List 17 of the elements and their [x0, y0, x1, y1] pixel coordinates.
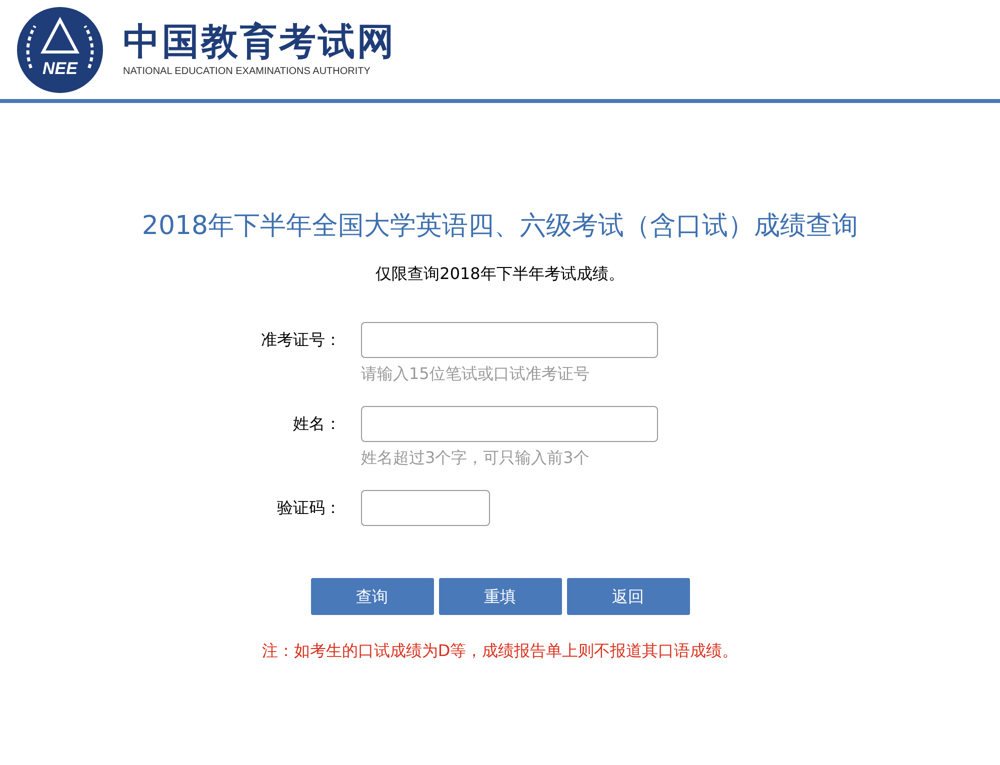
site-name: 中国教育考试网: [123, 20, 396, 64]
action-button[interactable]: 重填: [438, 578, 562, 615]
emblem-logo: NEE: [15, 6, 105, 94]
input-field[interactable]: [361, 322, 658, 358]
field-hint: 姓名超过3个字，可只输入前3个: [361, 447, 590, 469]
field-label: 姓名：: [292, 413, 342, 435]
field-label: 准考证号：: [261, 329, 342, 351]
input-field[interactable]: [361, 490, 490, 526]
page-title: 2018年下半年全国大学英语四、六级考试（含口试）成绩查询: [142, 210, 858, 243]
subtitle: 仅限查询2018年下半年考试成绩。: [376, 263, 624, 285]
note-text: 注：如考生的口试成绩为D等，成绩报告单上则不报道其口语成绩。: [262, 640, 738, 662]
action-button[interactable]: 返回: [566, 578, 690, 615]
field-label: 验证码：: [276, 497, 342, 519]
action-button[interactable]: 查询: [310, 578, 434, 615]
input-field[interactable]: [361, 406, 658, 442]
site-name-english: NATIONAL EDUCATION EXAMINATIONS AUTHORITY: [123, 65, 372, 79]
field-hint: 请输入15位笔试或口试准考证号: [361, 363, 590, 385]
